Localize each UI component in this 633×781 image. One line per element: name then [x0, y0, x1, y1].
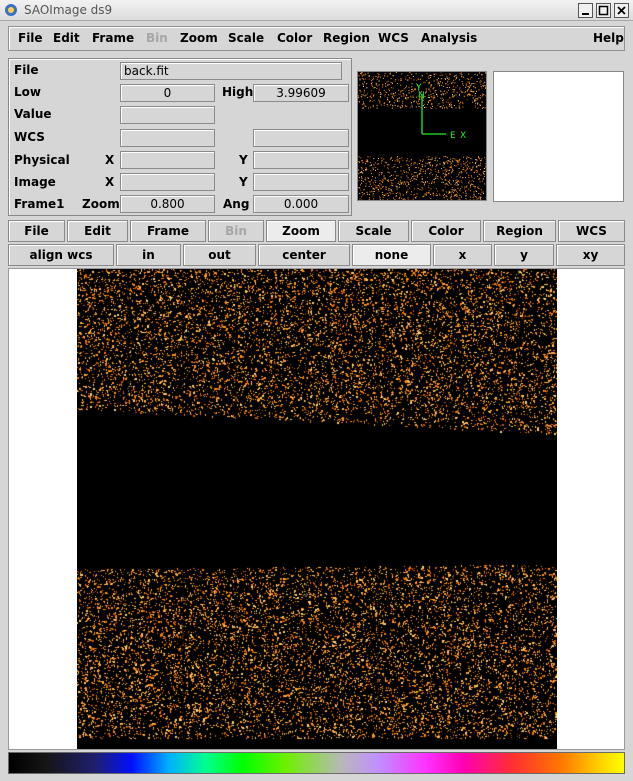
button-zoom-in[interactable]: in — [116, 244, 181, 266]
frame-label: Frame1 — [14, 197, 65, 211]
menu-color[interactable]: Color — [277, 31, 312, 45]
image-label: Image — [14, 175, 56, 189]
image-canvas[interactable] — [8, 268, 625, 750]
major-button-bar: File Edit Frame Bin Zoom Scale Color Reg… — [8, 220, 625, 242]
physical-y-label: Y — [239, 153, 248, 167]
menu-zoom[interactable]: Zoom — [180, 31, 218, 45]
wcs-field-1 — [120, 129, 215, 147]
button-bin[interactable]: Bin — [208, 220, 264, 242]
compass-x-label: X — [460, 131, 466, 141]
file-field: back.fit — [120, 62, 342, 80]
minimize-button[interactable] — [578, 3, 593, 18]
info-panel: File back.fit Low 0 High 3.99609 Value W… — [8, 58, 352, 216]
image-y-label: Y — [239, 175, 248, 189]
image-x-field — [120, 173, 215, 191]
physical-y-field — [253, 151, 349, 169]
button-center[interactable]: center — [258, 244, 350, 266]
button-zoom[interactable]: Zoom — [266, 220, 336, 242]
minimize-icon — [582, 13, 589, 15]
wcs-field-2 — [253, 129, 349, 147]
menu-file[interactable]: File — [18, 31, 43, 45]
app-logo-icon — [5, 4, 17, 16]
low-label: Low — [14, 85, 41, 99]
menu-bar: File Edit Frame Bin Zoom Scale Color Reg… — [8, 26, 625, 51]
physical-x-label: X — [105, 153, 115, 167]
button-x[interactable]: x — [433, 244, 492, 266]
button-none[interactable]: none — [352, 244, 431, 266]
button-region[interactable]: Region — [483, 220, 556, 242]
close-icon — [617, 6, 626, 15]
high-label: High — [222, 85, 254, 99]
title-bar[interactable]: SAOImage ds9 — [0, 0, 633, 21]
menu-bin[interactable]: Bin — [146, 31, 168, 45]
high-field: 3.99609 — [253, 84, 349, 102]
fits-image-view[interactable] — [77, 269, 557, 749]
panner[interactable]: N Y E X — [357, 71, 487, 201]
fits-image — [77, 269, 557, 749]
menu-frame[interactable]: Frame — [92, 31, 134, 45]
maximize-icon — [598, 5, 609, 16]
menu-wcs[interactable]: WCS — [378, 31, 409, 45]
button-xy[interactable]: xy — [556, 244, 625, 266]
image-y-field — [253, 173, 349, 191]
menu-analysis[interactable]: Analysis — [421, 31, 477, 45]
low-field: 0 — [120, 84, 215, 102]
compass-overlay: N Y E X — [415, 83, 466, 141]
angle-field: 0.000 — [253, 195, 349, 213]
button-edit[interactable]: Edit — [67, 220, 128, 242]
maximize-button[interactable] — [596, 3, 611, 18]
button-color[interactable]: Color — [411, 220, 481, 242]
value-field — [120, 106, 215, 124]
zoom-label: Zoom — [82, 197, 120, 211]
physical-x-field — [120, 151, 215, 169]
compass-e-label: E — [450, 131, 456, 141]
angle-label: Ang — [223, 197, 250, 211]
value-label: Value — [14, 107, 52, 121]
magnifier — [493, 71, 624, 202]
button-align-wcs[interactable]: align wcs — [8, 244, 114, 266]
physical-label: Physical — [14, 153, 70, 167]
button-wcs[interactable]: WCS — [558, 220, 625, 242]
close-button[interactable] — [614, 3, 629, 18]
button-scale[interactable]: Scale — [338, 220, 409, 242]
zoom-field: 0.800 — [120, 195, 215, 213]
compass-y-label: Y — [415, 83, 422, 93]
wcs-label: WCS — [14, 130, 45, 144]
image-x-label: X — [105, 175, 115, 189]
button-y[interactable]: y — [494, 244, 554, 266]
menu-help[interactable]: Help — [593, 31, 624, 45]
button-file[interactable]: File — [8, 220, 65, 242]
minor-button-bar: align wcs in out center none x y xy — [8, 244, 625, 266]
colorbar[interactable] — [8, 752, 625, 774]
button-frame[interactable]: Frame — [130, 220, 206, 242]
window-title: SAOImage ds9 — [24, 3, 113, 17]
menu-region[interactable]: Region — [323, 31, 370, 45]
button-zoom-out[interactable]: out — [183, 244, 256, 266]
file-label: File — [14, 63, 39, 77]
menu-scale[interactable]: Scale — [228, 31, 264, 45]
menu-edit[interactable]: Edit — [53, 31, 80, 45]
